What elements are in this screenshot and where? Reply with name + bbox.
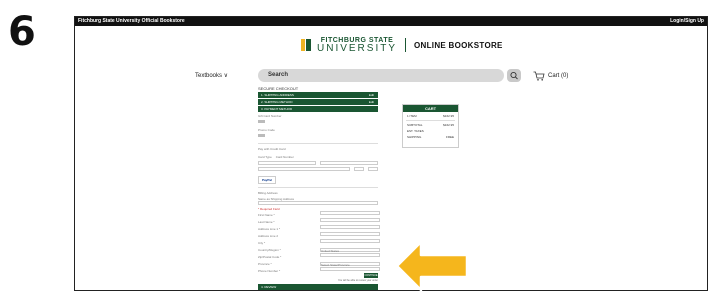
pointer-arrow-icon [395,240,469,292]
search-icon [510,71,518,80]
browser-screenshot: Fitchburg State University Official Book… [74,16,708,291]
cart-summary-title: CART [403,105,458,112]
logo[interactable]: FITCHBURG STATE UNIVERSITY ONLINE BOOKST… [300,37,503,53]
address-line2-field[interactable] [320,232,380,236]
step-shipping-address[interactable]: 1. SHIPPING ADDRESS Edit [258,92,378,98]
checkout-title: SECURE CHECKOUT [258,86,299,91]
saved-address-select[interactable] [258,201,378,205]
continue-button[interactable]: CONTINUE [364,273,378,278]
city-field[interactable] [320,239,380,243]
cart-row-items: 1 ITEM $162.95 [407,114,454,118]
step-payment-method: 3. PAYMENT METHOD [258,106,378,112]
login-link[interactable]: Login/Sign Up [670,17,704,26]
promo-apply-button[interactable] [258,134,265,137]
province-select[interactable]: Select State/Province [320,262,380,267]
shield-logo-icon [301,39,311,51]
cart-row-shipping: SHIPPING FREE [407,135,454,139]
phone-field[interactable] [320,267,380,271]
cardholder-name-field[interactable] [258,167,350,171]
store-name: ONLINE BOOKSTORE [414,40,503,50]
site-title: Fitchburg State University Official Book… [78,18,185,24]
cart-summary: CART 1 ITEM $162.95 SUBTOTAL $162.95 EST. … [402,104,459,148]
cart-link[interactable]: Cart (0) [533,71,568,81]
zip-field[interactable] [320,253,380,257]
cart-row-taxes: EST. TAXES [407,129,424,133]
cart-icon [533,71,545,81]
search-button[interactable] [507,69,521,82]
top-bar: Fitchburg State University Official Book… [75,17,707,26]
cart-row-subtotal: SUBTOTAL $162.95 [407,123,454,127]
first-name-field[interactable] [320,211,380,215]
card-type-select[interactable] [258,161,316,165]
last-name-field[interactable] [320,218,380,222]
university-name: FITCHBURG STATE UNIVERSITY [317,36,398,54]
textbooks-menu[interactable]: Textbooks ∨ [195,72,228,79]
address-line1-field[interactable] [320,225,380,229]
expiration-field[interactable] [354,167,364,171]
step-shipping-method[interactable]: 2. SHIPPING METHOD Edit [258,99,378,105]
country-select[interactable]: United States [320,248,380,253]
review-note: You will be able to review your order [337,279,378,282]
credit-card-label: Pay with Credit Card [258,147,286,151]
promo-label: Promo Code [258,128,275,132]
logo-divider [405,38,407,52]
checkout-panel: SECURE CHECKOUT 1. SHIPPING ADDRESS Edit … [258,86,380,290]
search-input[interactable]: Search [258,69,504,82]
billing-title: Billing Address [258,191,278,195]
cvv-field[interactable] [368,167,378,171]
paypal-button[interactable]: PayPal [258,176,276,184]
nav-bar: Textbooks ∨ Search Cart (0) [75,69,707,83]
step-review: 4. REVIEW [258,284,378,290]
gift-card-apply-button[interactable] [258,120,265,123]
gift-card-label: Gift Card Number [258,114,282,118]
step-number: 6 [8,9,36,55]
card-number-field[interactable] [320,161,378,165]
